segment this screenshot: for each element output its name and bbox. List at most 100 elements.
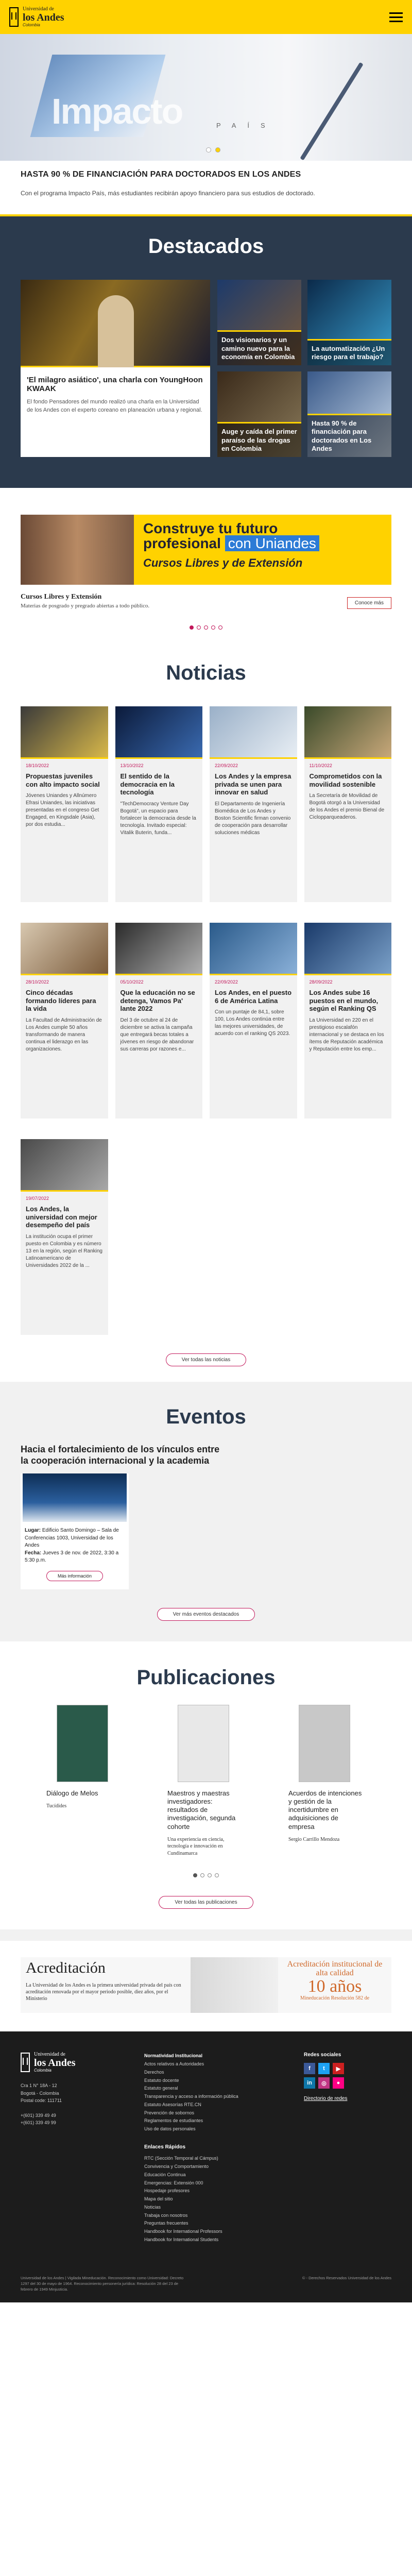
carousel-dot[interactable] (206, 147, 211, 152)
footer-link[interactable]: Educación Continua (144, 2171, 294, 2179)
news-image (21, 706, 108, 759)
university-logo[interactable]: Universidad de los Andes Colombia (9, 7, 64, 27)
event-card[interactable]: Lugar: Edificio Santo Domingo – Sala de … (21, 1473, 129, 1589)
book-cover (57, 1704, 108, 1782)
footer-link[interactable]: Reglamentos de estudiantes (144, 2117, 294, 2125)
acreditacion-banner[interactable]: Acreditación La Universidad de los Andes… (21, 1957, 391, 2013)
news-card[interactable]: 19/07/2022 Los Andes, la universidad con … (21, 1139, 108, 1335)
hero-title[interactable]: HASTA 90 % DE FINANCIACIÓN PARA DOCTORAD… (21, 170, 391, 179)
destacado-main-title[interactable]: 'El milagro asiático', una charla con Yo… (27, 376, 204, 393)
news-card[interactable]: 18/10/2022 Propuestas juveniles con alto … (21, 706, 108, 902)
news-grid: 18/10/2022 Propuestas juveniles con alto … (21, 706, 391, 1335)
news-card[interactable]: 13/10/2022 El sentido de la democracia en… (115, 706, 202, 902)
footer-phone[interactable]: +(601) 339 49 99 (21, 2119, 134, 2126)
carousel-dot[interactable] (215, 1873, 219, 1878)
footer-link[interactable]: Derechos (144, 2069, 294, 2077)
news-title[interactable]: Los Andes sube 16 puestos en el mundo, s… (310, 989, 387, 1013)
conoce-mas-button[interactable]: Conoce más (347, 597, 391, 609)
news-title[interactable]: Los Andes y la empresa privada se unen p… (215, 772, 292, 796)
footer-link[interactable]: Noticias (144, 2204, 294, 2212)
publication-item[interactable]: Acuerdos de intenciones y gestión de la … (288, 1704, 366, 1857)
mas-informacion-button[interactable]: Más información (46, 1570, 103, 1581)
news-title[interactable]: Los Andes, en el puesto 6 de América Lat… (215, 989, 292, 1005)
carousel-dot[interactable] (208, 1873, 212, 1878)
acreditacion-badge-3: Mineducación Resolución 582 de (300, 1995, 370, 2002)
carousel-dot[interactable] (197, 625, 201, 630)
footer-link[interactable]: Handbook for International Students (144, 2236, 294, 2244)
destacado-card[interactable]: Dos visionarios y un camino nuevo para l… (217, 280, 301, 365)
carousel-dot-active[interactable] (193, 1873, 197, 1878)
facebook-icon[interactable]: f (304, 2063, 315, 2075)
acreditacion-title: Acreditación (26, 1959, 106, 1977)
destacado-card[interactable]: Auge y caída del primer paraíso de las d… (217, 371, 301, 457)
footer-link[interactable]: Estatuto general (144, 2084, 294, 2093)
news-title[interactable]: Propuestas juveniles con alto impacto so… (26, 772, 103, 788)
news-image (210, 706, 297, 759)
publication-title[interactable]: Diálogo de Melos (46, 1789, 124, 1798)
hero-pais: PAÍS (216, 122, 277, 129)
instagram-icon[interactable]: ◎ (318, 2077, 330, 2089)
destacado-card[interactable]: La automatización ¿Un riesgo para el tra… (307, 280, 391, 365)
ver-todas-noticias-button[interactable]: Ver todas las noticias (165, 1353, 247, 1366)
carousel-dot[interactable] (211, 625, 215, 630)
ver-mas-eventos-button[interactable]: Ver más eventos destacados (157, 1607, 255, 1621)
carousel-dot[interactable] (218, 625, 222, 630)
news-title[interactable]: Los Andes, la universidad con mejor dese… (26, 1205, 103, 1229)
carousel-dot[interactable] (204, 625, 208, 630)
publicaciones-section: Publicaciones Diálogo de Melos Tucídides M… (0, 1641, 412, 1930)
footer-phone[interactable]: +(601) 339 49 49 (21, 2112, 134, 2119)
footer-link[interactable]: Convivencia y Comportamiento (144, 2163, 294, 2171)
students-photo (21, 515, 134, 585)
footer-link[interactable]: Prevención de sobornos (144, 2109, 294, 2117)
footer-link[interactable]: Preguntas frecuentes (144, 2219, 294, 2228)
footer-link[interactable]: Estatuto docente (144, 2077, 294, 2085)
youtube-icon[interactable]: ▶ (333, 2063, 344, 2075)
footer-link[interactable]: Handbook for International Professors (144, 2228, 294, 2236)
destacado-main-card[interactable]: 'El milagro asiático', una charla con Yo… (21, 280, 210, 457)
event-title[interactable]: Hacia el fortalecimiento de los vínculos… (21, 1444, 227, 1473)
publication-item[interactable]: Maestros y maestras investigadores: resu… (167, 1704, 245, 1857)
news-date: 13/10/2022 (120, 763, 144, 768)
footer-link[interactable]: Transparencia y acceso a información púb… (144, 2093, 294, 2101)
destacado-main-image (21, 280, 210, 367)
destacado-card[interactable]: Hasta 90 % de financiación para doctorad… (307, 371, 391, 457)
carousel-dot-active[interactable] (215, 147, 220, 152)
publication-title[interactable]: Maestros y maestras investigadores: resu… (167, 1789, 245, 1831)
footer-link[interactable]: Actos relativos a Autoridades (144, 2060, 294, 2069)
footer-link[interactable]: Hospedaje profesores (144, 2187, 294, 2195)
footer-link[interactable]: Estatuto Asesorías RTE.CN (144, 2101, 294, 2109)
hamburger-menu-icon[interactable] (389, 12, 403, 22)
news-card[interactable]: 28/10/2022 Cinco décadas formando líderes… (21, 923, 108, 1118)
news-title[interactable]: Cinco décadas formando líderes para la v… (26, 989, 103, 1013)
footer-link[interactable]: Normatividad Institucional (144, 2052, 294, 2060)
news-text: Jóvenes Uniandes y Allnúmero Efrasi Unia… (26, 793, 99, 828)
news-card[interactable]: 05/10/2022 Que la educación no se detenga… (115, 923, 202, 1118)
news-title[interactable]: El sentido de la democracia en la tecnol… (121, 772, 198, 796)
news-card[interactable]: 22/09/2022 Los Andes, en el puesto 6 de A… (210, 923, 297, 1118)
publication-title[interactable]: Acuerdos de intenciones y gestión de la … (288, 1789, 366, 1831)
footer-link[interactable]: Mapa del sitio (144, 2195, 294, 2204)
footer-link[interactable]: Emergencias: Extensión 000 (144, 2179, 294, 2188)
footer-address: Cra 1 N° 18A - 12 (21, 2083, 57, 2089)
event-image (23, 1473, 127, 1522)
cursos-banner[interactable]: Construye tu futuro profesional con Unia… (21, 515, 391, 585)
flickr-icon[interactable]: ● (333, 2077, 344, 2089)
directorio-redes-link[interactable]: Directorio de redes (304, 2096, 347, 2102)
carousel-dot-active[interactable] (190, 625, 194, 630)
ver-todas-publicaciones-button[interactable]: Ver todas las publicaciones (159, 1896, 253, 1909)
footer-link[interactable]: Trabaja con nosotros (144, 2212, 294, 2220)
carousel-dot[interactable] (200, 1873, 204, 1878)
linkedin-icon[interactable]: in (304, 2077, 315, 2089)
publication-item[interactable]: Diálogo de Melos Tucídides (46, 1704, 124, 1857)
news-title[interactable]: Que la educación no se detenga, Vamos Pa… (121, 989, 198, 1013)
news-card[interactable]: 22/09/2022 Los Andes y la empresa privada… (210, 706, 297, 902)
footer-link[interactable]: Uso de datos personales (144, 2125, 294, 2133)
news-card[interactable]: 11/10/2022 Comprometidos con la movilidad… (304, 706, 391, 902)
footer-logo[interactable]: Universidad de los Andes Colombia (21, 2052, 134, 2073)
twitter-icon[interactable]: t (318, 2063, 330, 2075)
destacado-card-label: Auge y caída del primer paraíso de las d… (217, 422, 301, 457)
news-card[interactable]: 28/09/2022 Los Andes sube 16 puestos en e… (304, 923, 391, 1118)
news-title[interactable]: Comprometidos con la movilidad sostenibl… (310, 772, 387, 788)
hero-banner[interactable]: Impacto PAÍS (0, 34, 412, 161)
footer-link[interactable]: RTC (Sección Temporal al Cámpus) (144, 2155, 294, 2163)
